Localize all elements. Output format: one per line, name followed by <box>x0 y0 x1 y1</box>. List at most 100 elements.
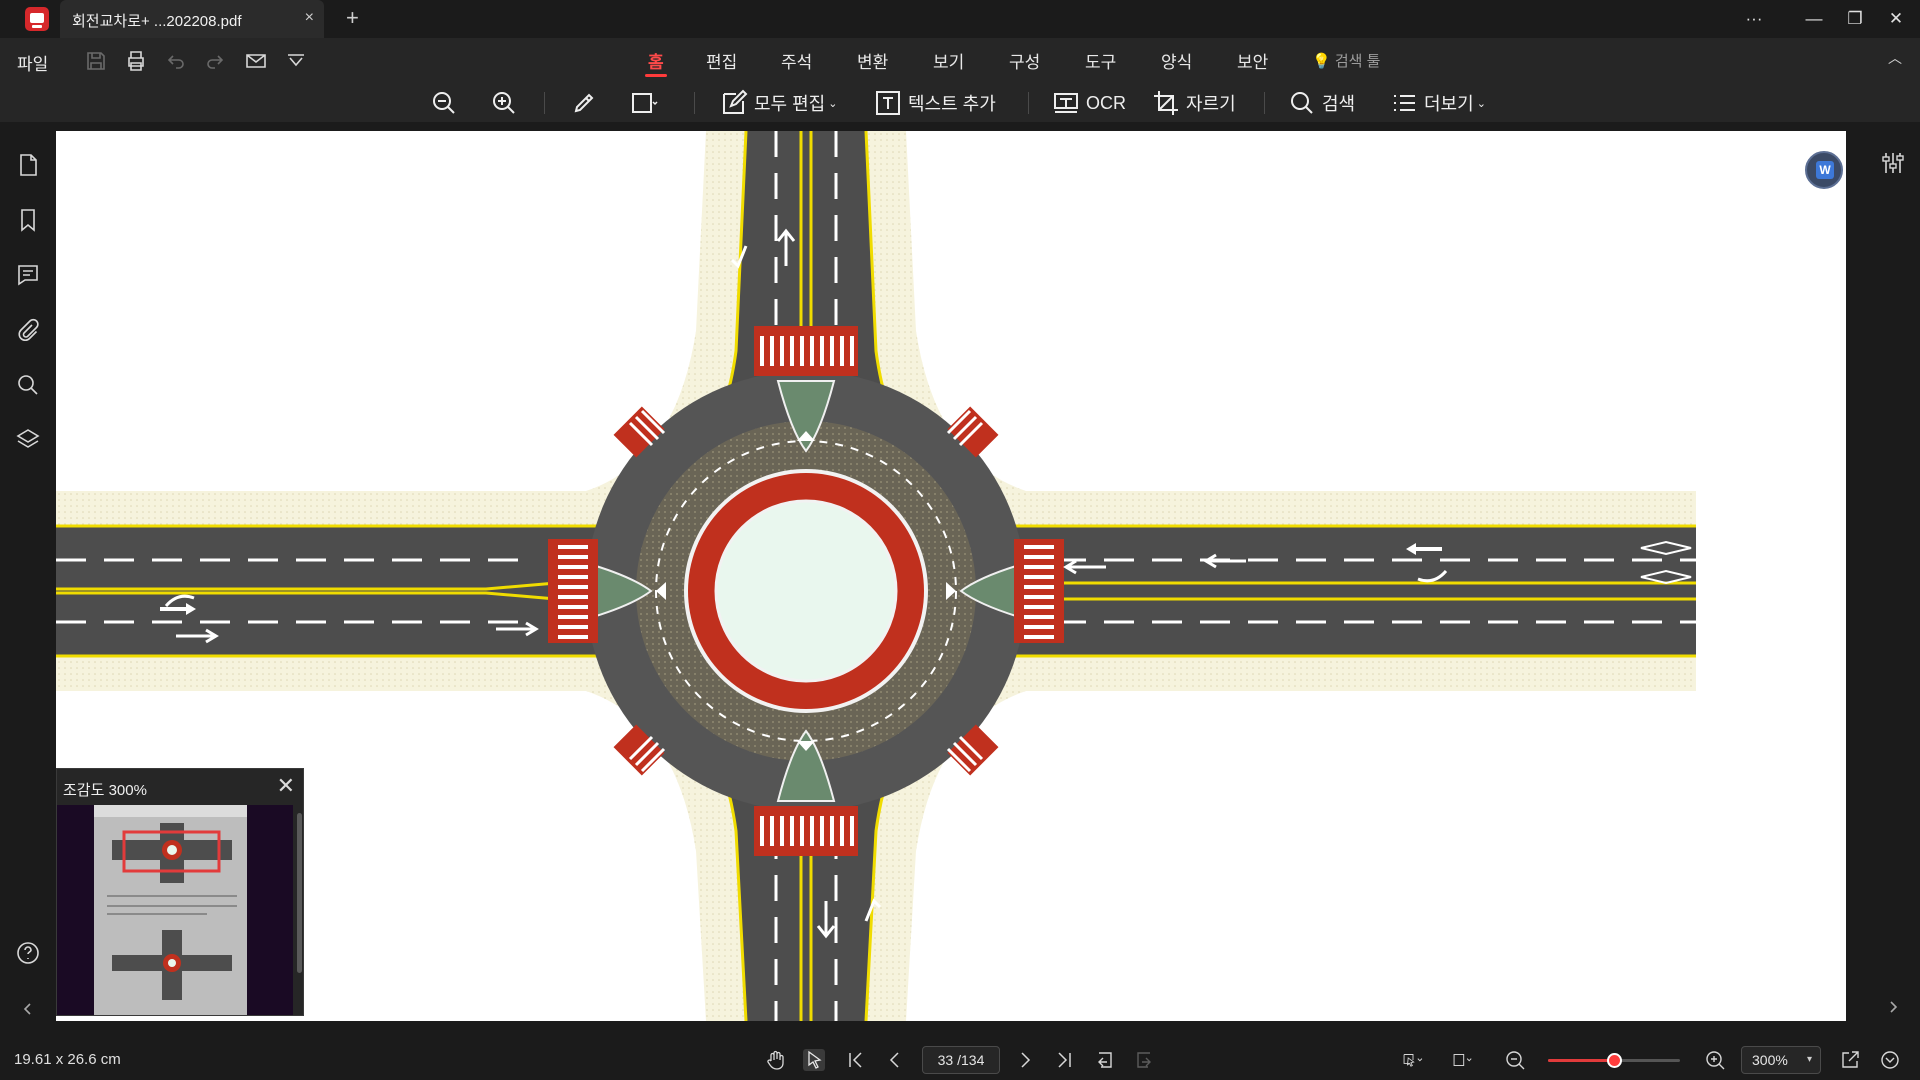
edit-all-button[interactable]: 모두 편집 ⌄ <box>720 88 837 118</box>
add-text-button[interactable]: 텍스트 추가 <box>874 88 996 118</box>
search-button[interactable]: 검색 <box>1288 88 1355 118</box>
file-menu[interactable]: 파일 <box>17 50 48 75</box>
more-button[interactable]: 더보기 ⌄ <box>1390 88 1486 118</box>
tab-organize[interactable]: 구성 <box>1009 48 1040 73</box>
previous-page-icon[interactable] <box>884 1049 906 1071</box>
overview-page-thumbnail <box>94 805 247 1015</box>
expand-right-panel-icon[interactable] <box>1880 994 1906 1020</box>
select-tool-icon[interactable] <box>803 1049 825 1071</box>
scroll-down-circle-icon[interactable] <box>1879 1049 1901 1071</box>
document-tab-title: 회전교차로+ ...202208.pdf <box>72 13 242 30</box>
comment-icon[interactable] <box>15 262 41 288</box>
tab-home[interactable]: 홈 <box>645 48 667 77</box>
shape-button[interactable] <box>630 88 658 118</box>
email-icon[interactable] <box>244 49 268 73</box>
toolbar-divider <box>1264 92 1265 114</box>
crop-label: 자르기 <box>1186 94 1236 114</box>
close-window-button[interactable]: ✕ <box>1876 6 1916 32</box>
highlighter-icon <box>574 93 594 113</box>
toolbar-divider <box>1028 92 1029 114</box>
page-display-dropdown-icon[interactable] <box>1452 1049 1484 1071</box>
undo-icon[interactable] <box>164 49 188 73</box>
document-tab[interactable]: 회전교차로+ ...202208.pdf × <box>60 0 324 38</box>
minimize-button[interactable]: — <box>1794 6 1834 32</box>
toolbar-divider <box>694 92 695 114</box>
crop-icon <box>1154 91 1178 115</box>
highlight-button[interactable] <box>570 88 598 118</box>
pdf-app-logo-icon <box>22 5 52 33</box>
tab-security[interactable]: 보안 <box>1237 48 1268 73</box>
last-page-icon[interactable] <box>1053 1049 1075 1071</box>
forward-view-icon[interactable] <box>1134 1049 1156 1071</box>
lightbulb-icon: 💡 <box>1312 53 1331 70</box>
open-external-icon[interactable] <box>1839 1049 1861 1071</box>
add-text-label: 텍스트 추가 <box>908 94 996 114</box>
new-tab-button[interactable]: + <box>346 5 359 31</box>
zoom-out-icon[interactable] <box>1504 1049 1526 1071</box>
more-options-button[interactable]: ··· <box>1734 6 1774 32</box>
print-icon[interactable] <box>124 49 148 73</box>
first-page-icon[interactable] <box>845 1049 867 1071</box>
overview-panel: 조감도 300% ✕ <box>56 768 304 1016</box>
toolbar-divider <box>544 92 545 114</box>
left-sidebar <box>0 122 56 1020</box>
zoom-level-value: 300% <box>1752 1052 1788 1068</box>
customize-quick-access-icon[interactable] <box>284 49 308 73</box>
tab-convert[interactable]: 변환 <box>857 48 888 73</box>
ribbon: 파일 홈 편집 주석 변환 보기 구성 도구 양식 보안 💡 검색 툴 ︿ 모두… <box>0 38 1920 122</box>
chevron-down-icon: ▾ <box>1806 1054 1812 1065</box>
select-mode-dropdown-icon[interactable] <box>1402 1049 1434 1071</box>
search-icon[interactable] <box>15 372 41 398</box>
chevron-down-icon: ⌄ <box>828 97 838 110</box>
zoom-out-button[interactable] <box>430 88 458 118</box>
tab-close-icon[interactable]: × <box>305 9 314 27</box>
zoom-slider-fill <box>1548 1059 1614 1062</box>
search-tools-field[interactable]: 💡 검색 툴 <box>1312 50 1380 71</box>
document-page[interactable]: W <box>56 131 1846 1021</box>
search-tools-label: 검색 툴 <box>1334 53 1381 70</box>
right-sidebar <box>1866 122 1920 1020</box>
layers-icon[interactable] <box>15 427 41 453</box>
zoom-out-icon <box>433 92 455 114</box>
zoom-in-icon[interactable] <box>1704 1049 1726 1071</box>
tab-annotate[interactable]: 주석 <box>781 48 812 73</box>
overview-scrollbar[interactable] <box>297 813 302 973</box>
ocr-button[interactable]: OCR <box>1052 88 1126 118</box>
attachment-icon[interactable] <box>15 317 41 343</box>
overview-thumbnail[interactable] <box>57 805 293 1015</box>
help-icon[interactable] <box>15 940 41 966</box>
search-label: 검색 <box>1322 94 1356 114</box>
close-icon[interactable]: ✕ <box>277 773 295 799</box>
tab-forms[interactable]: 양식 <box>1161 48 1192 73</box>
word-assistant-icon[interactable]: W <box>1805 151 1843 189</box>
page-thumbnails-icon[interactable] <box>15 152 41 178</box>
restore-button[interactable]: ❐ <box>1835 6 1875 32</box>
settings-sliders-icon[interactable] <box>1880 150 1906 176</box>
more-label: 더보기 <box>1424 94 1474 114</box>
next-page-icon[interactable] <box>1014 1049 1036 1071</box>
collapse-ribbon-button[interactable]: ︿ <box>1888 48 1902 68</box>
save-icon[interactable] <box>84 49 108 73</box>
ocr-icon <box>1054 93 1078 113</box>
text-box-icon <box>876 91 900 115</box>
hand-tool-icon[interactable] <box>765 1049 787 1071</box>
word-badge-letter: W <box>1816 161 1834 179</box>
tab-view[interactable]: 보기 <box>933 48 964 73</box>
zoom-level-select[interactable]: 300% ▾ <box>1741 1046 1821 1074</box>
back-view-icon[interactable] <box>1093 1049 1115 1071</box>
redo-icon[interactable] <box>203 49 227 73</box>
tab-edit[interactable]: 편집 <box>706 48 737 73</box>
zoom-slider-handle[interactable] <box>1607 1053 1622 1068</box>
status-bar: 19.61 x 26.6 cm 33 /134 300% ▾ <box>0 1040 1920 1080</box>
ocr-label: OCR <box>1086 92 1126 113</box>
page-number-input[interactable]: 33 /134 <box>922 1046 1000 1074</box>
bookmark-icon[interactable] <box>15 207 41 233</box>
tab-tools[interactable]: 도구 <box>1085 48 1116 73</box>
zoom-in-icon <box>493 92 515 114</box>
rectangle-icon <box>632 93 658 113</box>
zoom-in-button[interactable] <box>490 88 518 118</box>
crop-button[interactable]: 자르기 <box>1152 88 1236 118</box>
zoom-slider[interactable] <box>1548 1053 1680 1068</box>
page-size-label: 19.61 x 26.6 cm <box>14 1051 121 1068</box>
collapse-left-panel-icon[interactable] <box>15 996 41 1022</box>
